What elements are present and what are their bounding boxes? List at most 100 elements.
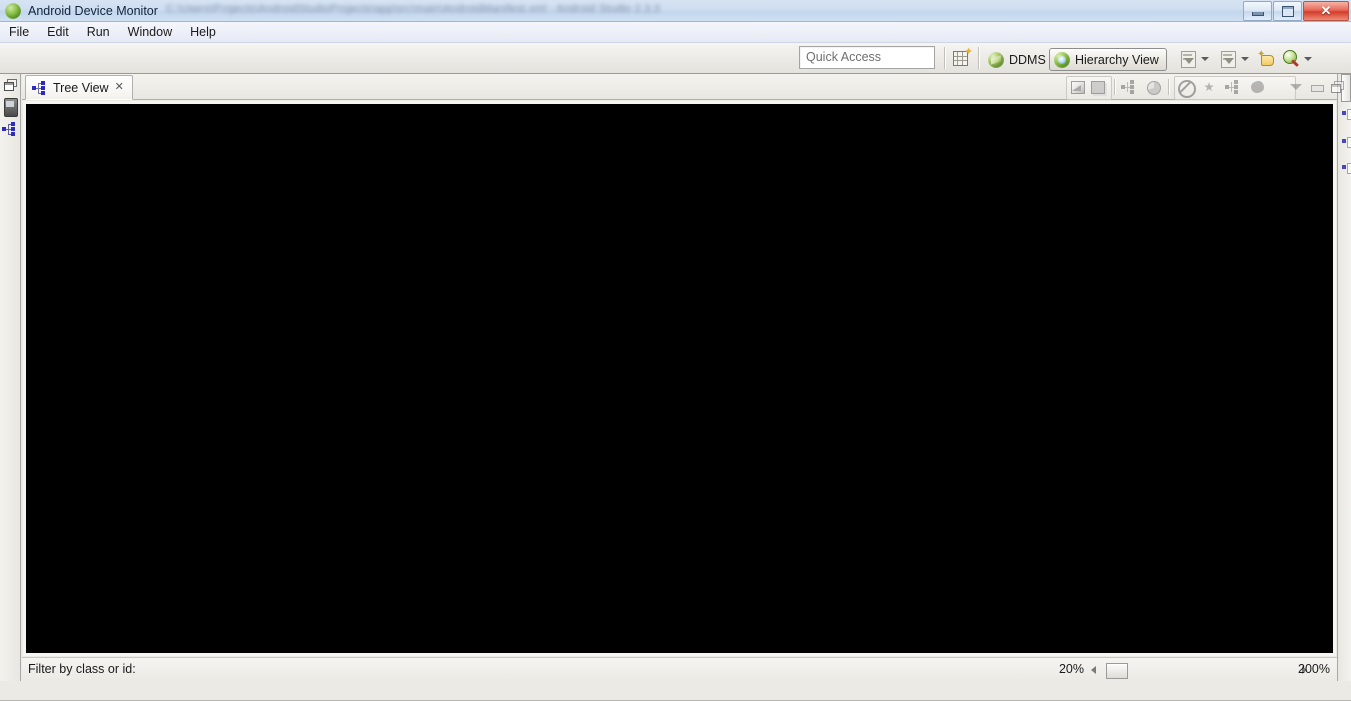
load-view-hierarchy-button[interactable]	[1178, 49, 1198, 69]
view-toolbar-screen-button[interactable]	[1088, 78, 1107, 96]
fastview-stub-2[interactable]	[1342, 136, 1351, 148]
tree-node-root	[32, 85, 36, 90]
tree-node-1	[41, 80, 45, 85]
magnifier-handle	[1290, 59, 1299, 67]
titlebar: Android Device Monitor C:\Users\Projects…	[0, 0, 1351, 22]
open-perspective-star-icon: ✦	[964, 46, 974, 58]
tree-node-icon	[1342, 111, 1346, 115]
tree-node-3	[41, 90, 45, 95]
perspective-ddms[interactable]: DDMS	[984, 48, 1053, 71]
stub-panel-icon	[1347, 109, 1351, 120]
maximize-icon	[1282, 5, 1294, 17]
blob-icon	[1248, 78, 1267, 96]
tree-node-icon	[1342, 139, 1346, 143]
maximize-button[interactable]	[1273, 0, 1302, 21]
tab-tree-view-label: Tree View	[53, 80, 109, 95]
view-tabstrip: Tree View ✕	[22, 74, 1344, 100]
tab-close-icon[interactable]: ✕	[115, 82, 124, 93]
restore-fastview-button[interactable]	[4, 79, 17, 91]
view-toolbar-dump-theme-button[interactable]	[1224, 78, 1243, 96]
window-controls: ✕	[1242, 0, 1349, 21]
menubar: File Edit Run Window Help	[0, 22, 1351, 43]
quick-access-input[interactable]: Quick Access	[799, 46, 935, 69]
menu-help[interactable]: Help	[181, 23, 225, 41]
window-screenshot-arrow-icon	[1224, 58, 1234, 64]
pixel-perfect-button[interactable]: ✦	[1256, 49, 1276, 69]
tree-view-statusbar: Filter by class or id: 20% 200%	[22, 657, 1337, 681]
view-minimize-button[interactable]	[1307, 78, 1326, 96]
search-button[interactable]	[1281, 48, 1301, 68]
perspective-hierarchy-view-label: Hierarchy View	[1075, 52, 1159, 67]
tab-tree-view[interactable]: Tree View ✕	[25, 75, 133, 100]
no-entry-icon	[1176, 78, 1196, 98]
view-toolbar-request-layout-button[interactable]	[1200, 78, 1219, 96]
close-icon: ✕	[1320, 2, 1332, 18]
fastview-stub-1[interactable]	[1342, 108, 1351, 120]
zoom-max-label: 200%	[1298, 662, 1330, 676]
menu-window[interactable]: Window	[119, 23, 181, 41]
open-perspective-button[interactable]: ✦	[951, 46, 974, 68]
toolbar-separator-2	[978, 47, 980, 69]
zoom-slider[interactable]	[1091, 661, 1307, 679]
layers-icon	[1068, 78, 1087, 96]
fastview-tree-view[interactable]	[2, 122, 19, 136]
toolbar-separator-1	[944, 47, 946, 69]
android-device-monitor-window: Android Device Monitor C:\Users\Projects…	[0, 0, 1351, 701]
restore-icon	[4, 82, 14, 91]
inspect-screenshot-button[interactable]	[1218, 49, 1238, 69]
view-toolbar-profile-button[interactable]	[1144, 78, 1163, 96]
fastview-stub-3[interactable]	[1342, 162, 1351, 174]
minimize-icon	[1307, 78, 1326, 96]
app-icon	[5, 2, 21, 19]
view-toolbar-tree-button[interactable]	[1120, 78, 1139, 96]
zoom-min-label: 20%	[1058, 662, 1084, 676]
maximize-icon	[1328, 78, 1347, 96]
zoom-slider-thumb[interactable]	[1106, 663, 1128, 679]
tree-dump-icon	[1224, 78, 1243, 96]
left-fastview-bar	[0, 74, 21, 681]
menu-file[interactable]: File	[0, 23, 38, 41]
view-menu-button[interactable]	[1286, 78, 1305, 96]
tree-node-1	[11, 122, 15, 126]
tree-view-icon	[32, 80, 48, 95]
filter-input[interactable]	[172, 660, 1072, 679]
tree-node-root	[2, 127, 6, 131]
search-dropdown[interactable]	[1304, 57, 1312, 61]
view-maximize-button[interactable]	[1328, 78, 1347, 96]
view-toolbar-separator-2	[1168, 79, 1170, 95]
window-title: Android Device Monitor	[28, 3, 158, 18]
tree-canvas-wrapper	[23, 101, 1336, 656]
view-toolbar-capture-button[interactable]	[1248, 78, 1267, 96]
minimize-button[interactable]	[1243, 0, 1272, 21]
inspect-screenshot-dropdown[interactable]	[1241, 57, 1249, 61]
tree-view-canvas[interactable]	[26, 104, 1333, 653]
close-button[interactable]: ✕	[1303, 0, 1349, 21]
perspective-hierarchy-view[interactable]: Hierarchy View	[1049, 48, 1167, 71]
stub-panel-icon	[1347, 137, 1351, 148]
tree-node-icon	[1342, 165, 1346, 169]
download-arrow-icon	[1184, 58, 1194, 64]
menu-run[interactable]: Run	[78, 23, 119, 41]
hierarchy-view-icon	[1054, 51, 1070, 68]
ddms-icon	[988, 51, 1004, 68]
fastview-devices[interactable]	[4, 98, 18, 117]
tree-node-2	[11, 127, 15, 131]
slider-left-arrow-icon[interactable]	[1091, 666, 1096, 674]
window-screenshot-lines	[1223, 54, 1232, 56]
view-toolbar-layers-button[interactable]	[1068, 78, 1087, 96]
menu-edit[interactable]: Edit	[38, 23, 78, 41]
hand-pointer-icon	[1261, 55, 1274, 66]
window-title-path-blurred: C:\Users\Projects\AndroidStudioProjects\…	[166, 4, 1351, 17]
tree-icon	[1120, 78, 1139, 96]
window-title-path-text: C:\Users\Projects\AndroidStudioProjects\…	[165, 4, 660, 15]
right-fastview-bar	[1337, 74, 1351, 681]
view-toolbar-invalidate-button[interactable]	[1176, 78, 1196, 98]
view-toolbar-separator-1	[1114, 79, 1116, 95]
tree-node-2	[41, 85, 45, 90]
stub-panel-icon	[1347, 163, 1351, 174]
load-view-hierarchy-dropdown[interactable]	[1201, 57, 1209, 61]
filter-label: Filter by class or id:	[28, 662, 136, 676]
tree-node-3	[11, 132, 15, 136]
download-window-lines	[1183, 54, 1192, 56]
screen-icon	[1088, 78, 1107, 96]
